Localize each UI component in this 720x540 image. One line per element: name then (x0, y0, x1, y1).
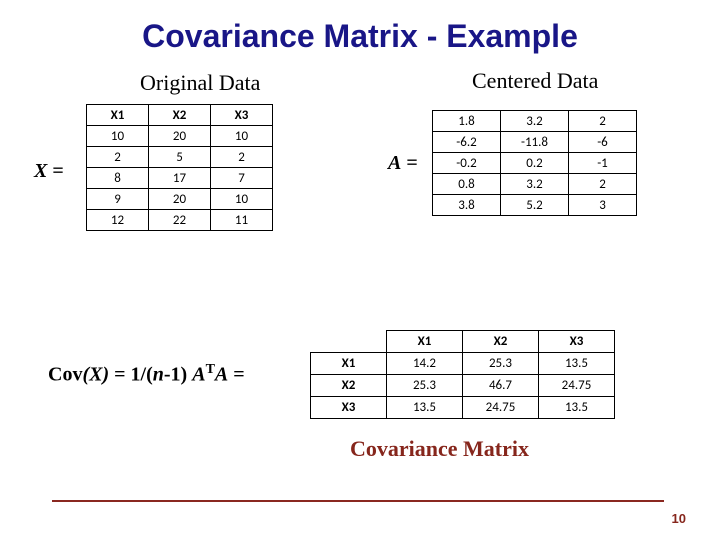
table-row: -6.2 -11.8 -6 (433, 132, 637, 153)
table-row: 12 22 11 (87, 210, 273, 231)
footer-rule (52, 500, 664, 502)
table-row: 10 20 10 (87, 126, 273, 147)
covariance-matrix-table: X1 X2 X3 X1 14.2 25.3 13.5 X2 25.3 46.7 … (310, 330, 615, 419)
page-title: Covariance Matrix - Example (0, 18, 720, 55)
a-matrix-label: A = (388, 152, 418, 175)
centered-data-heading: Centered Data (472, 68, 598, 94)
original-data-table: X1 X2 X3 10 20 10 2 5 2 8 17 7 9 20 10 1… (86, 104, 273, 231)
col-header: X1 (87, 105, 149, 126)
page-number: 10 (672, 511, 686, 526)
table-row: X2 25.3 46.7 24.75 (311, 375, 615, 397)
table-row: 9 20 10 (87, 189, 273, 210)
row-header: X1 (311, 353, 387, 375)
col-header: X3 (539, 331, 615, 353)
col-header: X2 (149, 105, 211, 126)
row-header: X3 (311, 397, 387, 419)
table-row: 3.8 5.2 3 (433, 195, 637, 216)
col-header: X1 (387, 331, 463, 353)
corner-cell (311, 331, 387, 353)
covariance-formula: Cov(X) = 1/(n-1) ATA = (48, 362, 245, 387)
col-header: X2 (463, 331, 539, 353)
table-row: -0.2 0.2 -1 (433, 153, 637, 174)
table-row: 2 5 2 (87, 147, 273, 168)
slide: Covariance Matrix - Example Original Dat… (0, 0, 720, 540)
original-data-heading: Original Data (140, 70, 260, 96)
table-row: 0.8 3.2 2 (433, 174, 637, 195)
a-matrix-symbol: A (388, 152, 401, 174)
table-row: X3 13.5 24.75 13.5 (311, 397, 615, 419)
covariance-matrix-label: Covariance Matrix (350, 436, 529, 462)
x-matrix-symbol: X (34, 160, 47, 182)
equals-text-2: = (406, 152, 417, 174)
centered-data-table: 1.8 3.2 2 -6.2 -11.8 -6 -0.2 0.2 -1 0.8 … (432, 110, 637, 216)
x-matrix-label: X = (34, 160, 64, 183)
table-row: 1.8 3.2 2 (433, 111, 637, 132)
table-row: X1 14.2 25.3 13.5 (311, 353, 615, 375)
table-row: 8 17 7 (87, 168, 273, 189)
equals-text: = (52, 160, 63, 182)
col-header: X3 (211, 105, 273, 126)
row-header: X2 (311, 375, 387, 397)
